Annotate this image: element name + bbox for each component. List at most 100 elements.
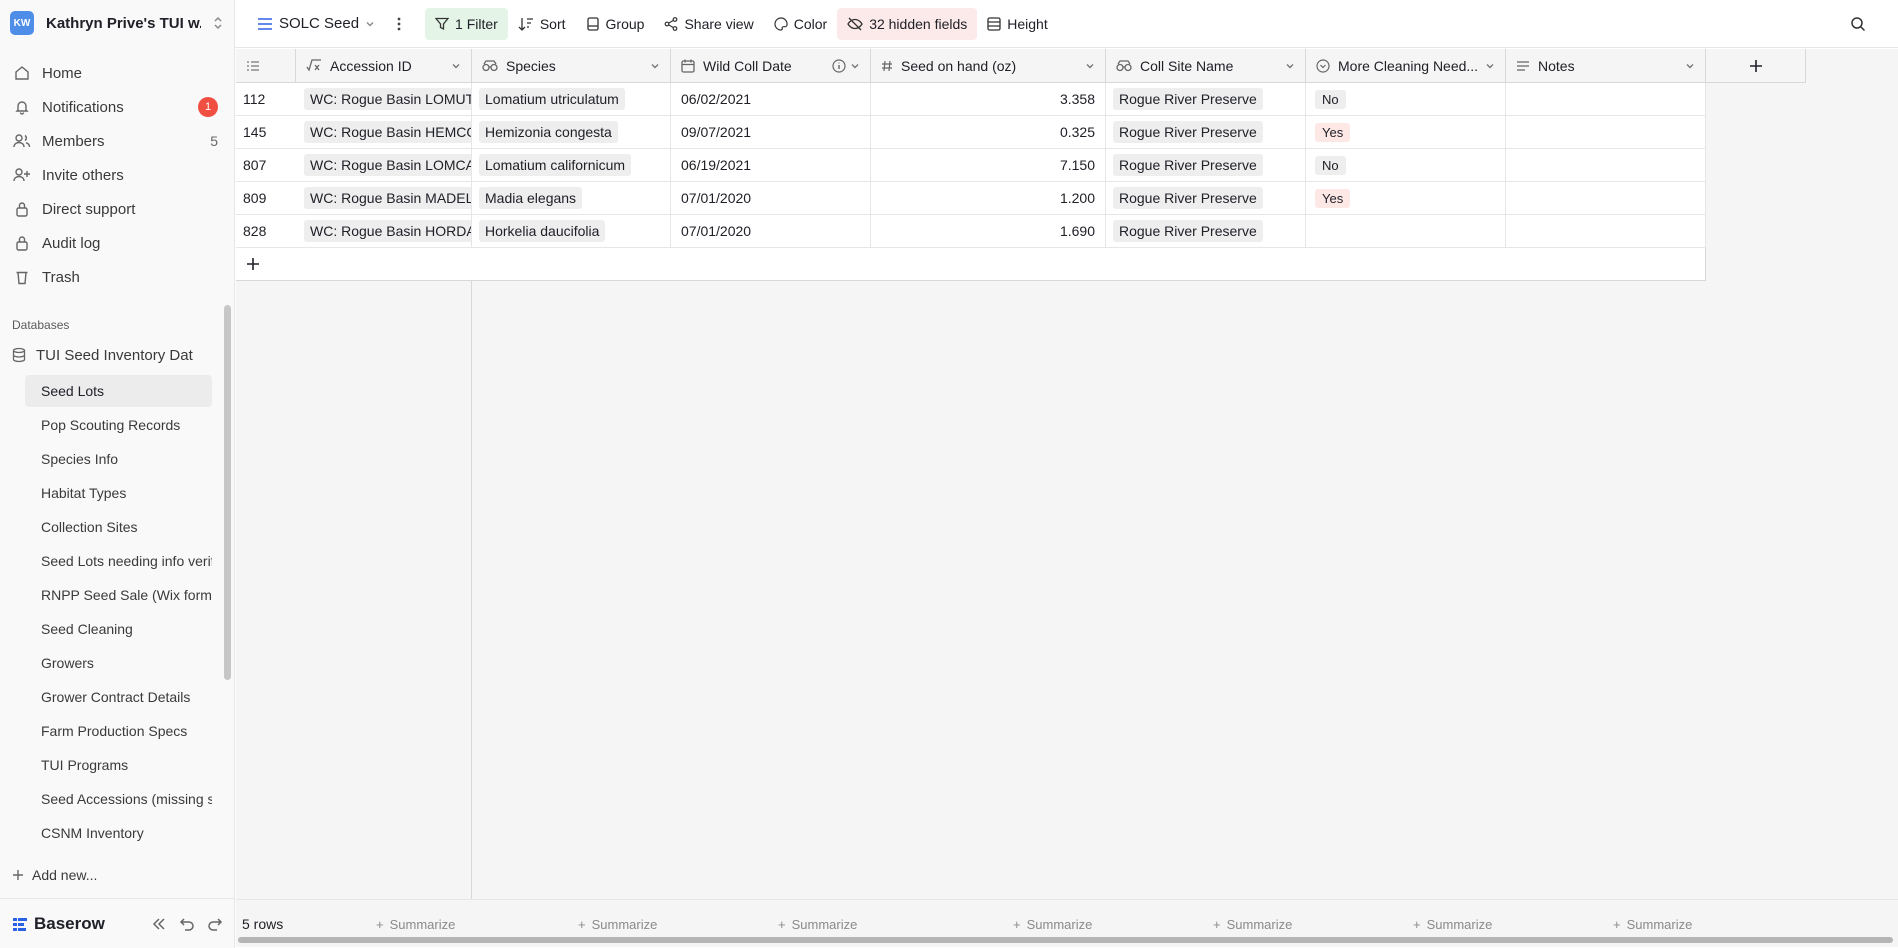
table-cell-cleaning[interactable]: Yes xyxy=(1306,182,1506,215)
search-icon xyxy=(1850,16,1866,32)
sidebar-scrollbar[interactable] xyxy=(224,305,231,680)
table-cell-cleaning[interactable] xyxy=(1306,215,1506,248)
table-item-seed-lots-needing-info[interactable]: Seed Lots needing info verif xyxy=(25,545,212,577)
table-item-farm-production[interactable]: Farm Production Specs xyxy=(25,715,212,747)
view-selector[interactable]: SOLC Seed xyxy=(247,8,385,40)
nav-trash[interactable]: Trash xyxy=(12,262,224,292)
table-item-rnpp-seed-sale[interactable]: RNPP Seed Sale (Wix forma xyxy=(25,579,212,611)
view-more-button[interactable] xyxy=(389,8,409,40)
chevron-down-icon[interactable] xyxy=(850,61,860,71)
table-cell-accession[interactable]: WC: Rogue Basin HORDA xyxy=(296,215,472,248)
database-item[interactable]: TUI Seed Inventory Dat xyxy=(12,340,212,370)
nav-notifications[interactable]: Notifications 1 xyxy=(12,92,224,122)
chevron-down-icon[interactable] xyxy=(650,61,660,71)
table-cell-site[interactable]: Rogue River Preserve xyxy=(1106,116,1306,149)
table-item-seed-accessions[interactable]: Seed Accessions (missing s xyxy=(25,783,212,815)
table-item-seed-cleaning[interactable]: Seed Cleaning xyxy=(25,613,212,645)
table-cell-species[interactable]: Madia elegans xyxy=(472,182,671,215)
table-item-species-info[interactable]: Species Info xyxy=(25,443,212,475)
table-cell-date[interactable]: 07/01/2020 xyxy=(671,182,871,215)
share-view-button[interactable]: Share view xyxy=(654,8,763,40)
workspace-switcher[interactable]: KW Kathryn Prive's TUI w... xyxy=(10,10,224,36)
info-icon[interactable] xyxy=(832,58,846,73)
chevron-down-icon[interactable] xyxy=(1285,61,1295,71)
table-cell-notes[interactable] xyxy=(1506,116,1706,149)
nav-invite[interactable]: Invite others xyxy=(12,160,224,190)
table-cell-cleaning[interactable]: No xyxy=(1306,83,1506,116)
table-cell-seed[interactable]: 1.690 xyxy=(871,215,1106,248)
species-chip: Lomatium utriculatum xyxy=(479,88,625,110)
table-cell-date[interactable]: 07/01/2020 xyxy=(671,215,871,248)
column-header-seed-on-hand[interactable]: Seed on hand (oz) xyxy=(871,49,1106,83)
members-count: 5 xyxy=(210,133,218,149)
add-row-button[interactable] xyxy=(236,248,472,281)
table-item-tui-programs[interactable]: TUI Programs xyxy=(25,749,212,781)
table-cell-notes[interactable] xyxy=(1506,182,1706,215)
nav-members[interactable]: Members 5 xyxy=(12,126,224,156)
chevron-down-icon[interactable] xyxy=(1485,61,1495,71)
row-count-icon xyxy=(246,60,260,72)
table-cell-site[interactable]: Rogue River Preserve xyxy=(1106,182,1306,215)
nav-home[interactable]: Home xyxy=(12,58,224,88)
sort-button[interactable]: Sort xyxy=(508,8,576,40)
table-cell-seed[interactable]: 0.325 xyxy=(871,116,1106,149)
table-cell-accession[interactable]: WC: Rogue Basin MADELI xyxy=(296,182,472,215)
table-cell-accession[interactable]: WC: Rogue Basin LOMUT xyxy=(296,83,472,116)
table-cell-seed[interactable]: 7.150 xyxy=(871,149,1106,182)
table-cell-site[interactable]: Rogue River Preserve xyxy=(1106,83,1306,116)
nav-audit-log[interactable]: Audit log xyxy=(12,228,224,258)
add-row-area[interactable] xyxy=(472,248,1706,281)
undo-icon[interactable] xyxy=(179,916,195,932)
table-cell-date[interactable]: 09/07/2021 xyxy=(671,116,871,149)
table-cell-species[interactable]: Lomatium californicum xyxy=(472,149,671,182)
table-cell-cleaning[interactable]: Yes xyxy=(1306,116,1506,149)
redo-icon[interactable] xyxy=(207,916,223,932)
row-height-label: Height xyxy=(1007,15,1048,32)
column-header-more-cleaning[interactable]: More Cleaning Need... xyxy=(1306,49,1506,83)
table-item-habitat-types[interactable]: Habitat Types xyxy=(25,477,212,509)
horizontal-scrollbar[interactable] xyxy=(238,937,1893,943)
table-cell-species[interactable]: Horkelia daucifolia xyxy=(472,215,671,248)
table-cell-notes[interactable] xyxy=(1506,215,1706,248)
table-cell-notes[interactable] xyxy=(1506,149,1706,182)
table-item-csnm-inventory[interactable]: CSNM Inventory xyxy=(25,817,212,849)
column-header-species[interactable]: Species xyxy=(472,49,671,83)
table-item-collection-sites[interactable]: Collection Sites xyxy=(25,511,212,543)
column-header-notes[interactable]: Notes xyxy=(1506,49,1706,83)
table-cell-site[interactable]: Rogue River Preserve xyxy=(1106,215,1306,248)
table-item-seed-lots[interactable]: Seed Lots xyxy=(25,375,212,407)
table-cell-seed[interactable]: 1.200 xyxy=(871,182,1106,215)
table-cell-species[interactable]: Hemizonia congesta xyxy=(472,116,671,149)
table-cell-cleaning[interactable]: No xyxy=(1306,149,1506,182)
column-header-coll-site-name[interactable]: Coll Site Name xyxy=(1106,49,1306,83)
table-cell-seed[interactable]: 3.358 xyxy=(871,83,1106,116)
chevron-down-icon[interactable] xyxy=(1085,61,1095,71)
table-cell-notes[interactable] xyxy=(1506,83,1706,116)
table-cell-species[interactable]: Lomatium utriculatum xyxy=(472,83,671,116)
table-cell-accession[interactable]: WC: Rogue Basin LOMCA xyxy=(296,149,472,182)
table-cell-accession[interactable]: WC: Rogue Basin HEMCO xyxy=(296,116,472,149)
row-height-button[interactable]: Height xyxy=(977,8,1057,40)
search-button[interactable] xyxy=(1840,8,1876,40)
add-new-button[interactable]: Add new... xyxy=(12,860,97,890)
species-chip: Lomatium californicum xyxy=(479,154,632,176)
filter-button[interactable]: 1 Filter xyxy=(425,7,508,40)
group-button[interactable]: Group xyxy=(576,8,655,40)
table-item-pop-scouting[interactable]: Pop Scouting Records xyxy=(25,409,212,441)
color-button[interactable]: Color xyxy=(764,8,837,40)
table-cell-date[interactable]: 06/02/2021 xyxy=(671,83,871,116)
chevron-down-icon[interactable] xyxy=(1685,61,1695,71)
collapse-sidebar-icon[interactable] xyxy=(151,916,167,932)
column-header-wild-coll-date[interactable]: Wild Coll Date xyxy=(671,49,871,83)
hidden-fields-button[interactable]: 32 hidden fields xyxy=(837,7,978,40)
table-item-grower-contract[interactable]: Grower Contract Details xyxy=(25,681,212,713)
nav-notifications-label: Notifications xyxy=(42,98,124,116)
table-cell-site[interactable]: Rogue River Preserve xyxy=(1106,149,1306,182)
chevron-down-icon[interactable] xyxy=(451,61,461,71)
table-cell-date[interactable]: 06/19/2021 xyxy=(671,149,871,182)
table-item-growers[interactable]: Growers xyxy=(25,647,212,679)
add-field-button[interactable] xyxy=(1706,49,1806,83)
nav-support[interactable]: Direct support xyxy=(12,194,224,224)
column-header-accession-id[interactable]: Accession ID xyxy=(296,49,472,83)
more-vertical-icon xyxy=(397,17,401,31)
